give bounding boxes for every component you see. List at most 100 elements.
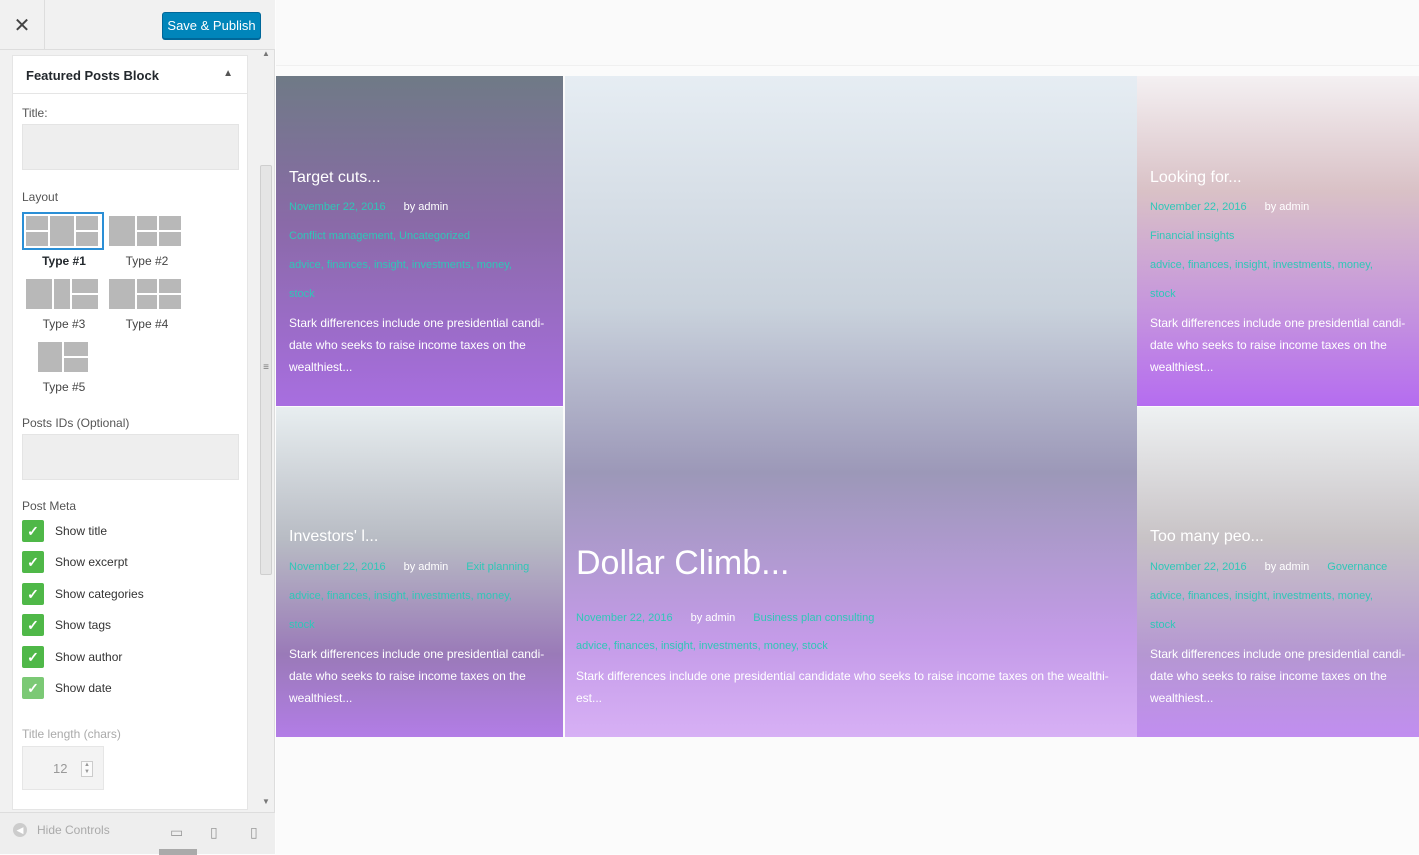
desktop-icon[interactable]: ▭ <box>170 824 183 841</box>
post-excerpt-3: wealthiest... <box>289 691 353 705</box>
hide-controls-button[interactable]: ◀ Hide Controls <box>13 823 110 837</box>
post-author[interactable]: by admin <box>691 612 736 624</box>
preview-header-area <box>276 0 1419 66</box>
checkbox-checked-icon[interactable]: ✓ <box>22 677 44 699</box>
checkbox-checked-icon[interactable]: ✓ <box>22 646 44 668</box>
post-tags[interactable]: advice, finances, insight, investments, … <box>576 639 828 653</box>
post-ids-label: Posts IDs (Optional) <box>22 416 130 430</box>
post-excerpt-3: wealthiest... <box>289 360 353 374</box>
customizer-footer: ◀ Hide Controls ▭ ▯ ▯ <box>0 812 275 855</box>
mobile-icon[interactable]: ▯ <box>250 824 258 841</box>
checkbox-checked-icon[interactable]: ✓ <box>22 583 44 605</box>
post-excerpt-1: Stark differences include one presidenti… <box>1150 316 1406 330</box>
title-length-label: Title length (chars) <box>22 727 121 741</box>
save-publish-button[interactable]: Save & Publish <box>162 12 261 39</box>
post-date[interactable]: November 22, 2016 <box>1150 201 1247 213</box>
title-length-stepper[interactable]: 12 ▲ ▼ <box>22 746 104 790</box>
widget-title: Featured Posts Block <box>26 68 159 83</box>
show-categories-option[interactable]: ✓ Show categories <box>22 583 144 605</box>
post-title[interactable]: Investors' l... <box>289 528 378 546</box>
title-length-value: 12 <box>53 761 68 776</box>
post-tile-4[interactable]: Investors' l... November 22, 2016 by admi… <box>276 407 563 737</box>
customizer-header: ✕ Save & Publish <box>0 0 275 50</box>
layout-type-5[interactable]: Type #5 <box>22 338 102 398</box>
title-input[interactable] <box>22 124 239 170</box>
close-button[interactable]: ✕ <box>0 0 45 50</box>
show-date-label: Show date <box>55 681 112 695</box>
post-categories[interactable]: Financial insights <box>1150 229 1234 243</box>
show-date-option[interactable]: ✓ Show date <box>22 677 112 699</box>
post-date[interactable]: November 22, 2016 <box>576 612 673 624</box>
show-tags-label: Show tags <box>55 618 112 632</box>
post-meta-line: November 22, 2016 by admin <box>289 200 466 214</box>
scroll-up-icon[interactable]: ▲ <box>262 49 270 58</box>
post-tags[interactable]: advice, finances, insight, investments, … <box>1150 258 1373 272</box>
customizer-sidebar: ✕ Save & Publish Featured Posts Block ▲ … <box>0 0 275 855</box>
sidebar-scrollbar[interactable]: ▲ ≡ ▼ <box>258 45 274 810</box>
post-tile-5[interactable]: Too many peo... November 22, 2016 by admi… <box>1137 407 1419 737</box>
layout-type-4-icon <box>109 279 181 309</box>
post-tags-cont[interactable]: stock <box>289 287 315 301</box>
post-author[interactable]: by admin <box>404 201 449 213</box>
post-excerpt-2: date who seeks to raise income taxes on … <box>1150 338 1387 352</box>
show-tags-option[interactable]: ✓ Show tags <box>22 614 111 636</box>
show-excerpt-option[interactable]: ✓ Show excerpt <box>22 551 128 573</box>
layout-type-4[interactable]: Type #4 <box>105 275 185 335</box>
layout-label: Layout <box>22 190 59 204</box>
close-icon[interactable]: ✕ <box>14 13 31 38</box>
post-excerpt-2: date who seeks to raise income taxes on … <box>289 669 526 683</box>
post-excerpt-1: Stark differences include one presidenti… <box>1150 647 1406 661</box>
post-excerpt-3: wealthiest... <box>1150 691 1214 705</box>
post-tags-cont[interactable]: stock <box>1150 287 1176 301</box>
post-author[interactable]: by admin <box>1265 201 1310 213</box>
post-tags[interactable]: advice, finances, insight, investments, … <box>289 258 512 272</box>
triangle-up-icon[interactable]: ▲ <box>223 68 233 79</box>
layout-type-5-label: Type #5 <box>42 380 86 394</box>
post-meta-line: November 22, 2016 by admin <box>1150 200 1327 214</box>
post-tags-cont[interactable]: stock <box>289 618 315 632</box>
spinner-arrows-icon[interactable]: ▲ ▼ <box>81 761 93 777</box>
layout-type-2[interactable]: Type #2 <box>105 212 185 272</box>
layout-type-1-label: Type #1 <box>42 254 86 268</box>
checkbox-checked-icon[interactable]: ✓ <box>22 551 44 573</box>
post-tile-featured[interactable]: Dollar Climb... November 22, 2016 by admi… <box>565 76 1137 737</box>
post-tile-3[interactable]: Looking for... November 22, 2016 by admin… <box>1137 76 1419 406</box>
layout-type-2-icon <box>109 216 181 246</box>
post-date[interactable]: November 22, 2016 <box>289 201 386 213</box>
post-title[interactable]: Looking for... <box>1150 169 1242 187</box>
post-categories[interactable]: Business plan consulting <box>753 612 874 624</box>
post-categories[interactable]: Governance <box>1327 561 1387 573</box>
post-title[interactable]: Target cuts... <box>289 169 381 187</box>
layout-type-4-label: Type #4 <box>125 317 169 331</box>
post-categories[interactable]: Conflict management, Uncategorized <box>289 229 470 243</box>
show-title-label: Show title <box>55 524 108 538</box>
post-title[interactable]: Too many peo... <box>1150 528 1264 546</box>
post-author[interactable]: by admin <box>1265 561 1310 573</box>
show-author-option[interactable]: ✓ Show author <box>22 646 122 668</box>
post-tags[interactable]: advice, finances, insight, investments, … <box>289 589 512 603</box>
post-author[interactable]: by admin <box>404 561 449 573</box>
post-excerpt-2: date who seeks to raise income taxes on … <box>1150 669 1387 683</box>
layout-type-1[interactable]: Type #1 <box>22 212 104 272</box>
checkbox-checked-icon[interactable]: ✓ <box>22 520 44 542</box>
post-date[interactable]: November 22, 2016 <box>1150 561 1247 573</box>
post-excerpt-2: date who seeks to raise income taxes on … <box>289 338 526 352</box>
post-date[interactable]: November 22, 2016 <box>289 561 386 573</box>
scroll-down-icon[interactable]: ▼ <box>262 797 270 806</box>
post-title[interactable]: Dollar Climb... <box>576 544 789 583</box>
layout-type-3[interactable]: Type #3 <box>22 275 102 335</box>
checkbox-checked-icon[interactable]: ✓ <box>22 614 44 636</box>
post-meta-label: Post Meta <box>22 499 77 513</box>
widget-header[interactable]: Featured Posts Block ▲ <box>13 56 247 94</box>
layout-type-1-icon <box>26 216 98 246</box>
layout-type-5-icon <box>38 342 88 372</box>
show-excerpt-label: Show excerpt <box>55 555 128 569</box>
post-tags[interactable]: advice, finances, insight, investments, … <box>1150 589 1373 603</box>
show-title-option[interactable]: ✓ Show title <box>22 520 107 542</box>
show-author-label: Show author <box>55 650 123 664</box>
post-ids-input[interactable] <box>22 434 239 480</box>
tablet-icon[interactable]: ▯ <box>210 824 218 841</box>
post-categories[interactable]: Exit planning <box>466 561 529 573</box>
post-tile-1[interactable]: Target cuts... November 22, 2016 by admin… <box>276 76 563 406</box>
post-tags-cont[interactable]: stock <box>1150 618 1176 632</box>
